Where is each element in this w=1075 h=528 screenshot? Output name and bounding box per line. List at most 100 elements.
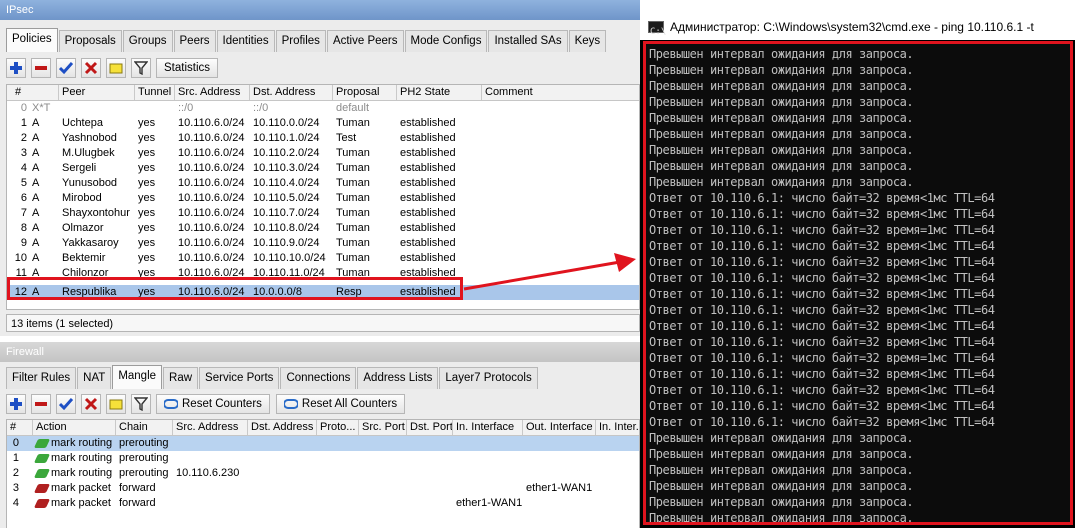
- table-row[interactable]: 3 mark packet forward ether1-WAN1: [7, 481, 639, 496]
- enable-button[interactable]: [56, 58, 76, 78]
- table-row[interactable]: 0 X*T::/0::/0 default: [7, 101, 639, 116]
- cell-ph2: established: [400, 117, 456, 129]
- column-header[interactable]: PH2 State: [397, 85, 482, 100]
- table-row[interactable]: 2 A Yashnobod yes 10.110.6.0/24 10.110.1.0/24…: [7, 131, 639, 146]
- table-row[interactable]: 4 mark packet forward ether1-WAN1: [7, 496, 639, 511]
- tab-proposals[interactable]: Proposals: [58, 30, 122, 52]
- cell-src: 10.110.6.0/24: [178, 162, 245, 174]
- enable-button[interactable]: [56, 394, 76, 414]
- comment-button[interactable]: [106, 58, 126, 78]
- row-flags: A: [32, 286, 40, 298]
- tab-filter-rules[interactable]: Filter Rules: [6, 367, 77, 389]
- column-header[interactable]: #: [7, 85, 59, 100]
- cell-dst: 10.110.10.0/24: [253, 252, 326, 264]
- cell-proposal: Tuman: [336, 147, 370, 159]
- filter-button[interactable]: [131, 394, 151, 414]
- cell-dst: 10.110.7.0/24: [253, 207, 320, 219]
- remove-button[interactable]: [31, 58, 51, 78]
- minus-icon: [35, 66, 47, 70]
- table-row[interactable]: 1 mark routing prerouting: [7, 451, 639, 466]
- cell-ph2: established: [400, 132, 456, 144]
- column-header[interactable]: #: [7, 420, 33, 435]
- column-header[interactable]: Action: [33, 420, 116, 435]
- table-row[interactable]: 9 A Yakkasaroy yes 10.110.6.0/24 10.110.9.0/2…: [7, 236, 639, 251]
- row-number: 9: [20, 237, 27, 249]
- cell-comment: [482, 116, 639, 131]
- tab-raw[interactable]: Raw: [163, 367, 199, 389]
- remove-button[interactable]: [31, 394, 51, 414]
- table-row[interactable]: 3 A M.Ulugbek yes 10.110.6.0/24 10.110.2.0/24…: [7, 146, 639, 161]
- filter-button[interactable]: [131, 58, 151, 78]
- tab-mangle[interactable]: Mangle: [112, 365, 163, 389]
- tab-address-lists[interactable]: Address Lists: [357, 367, 439, 389]
- statistics-button[interactable]: Statistics: [156, 58, 219, 78]
- tab-identities[interactable]: Identities: [216, 30, 275, 52]
- column-header[interactable]: Tunnel: [135, 85, 175, 100]
- table-row[interactable]: 6 A Mirobod yes 10.110.6.0/24 10.110.5.0/24 Tu…: [7, 191, 639, 206]
- cell-src: 10.110.6.0/24: [178, 286, 245, 298]
- table-row[interactable]: 4 A Sergeli yes 10.110.6.0/24 10.110.3.0/24 Tu…: [7, 161, 639, 176]
- console-line: Превышен интервал ожидания для запроса.: [649, 127, 914, 141]
- column-header[interactable]: Comment: [482, 85, 639, 100]
- tab-nat[interactable]: NAT: [77, 367, 112, 389]
- firewall-window-title: Firewall: [0, 342, 640, 362]
- cell-ph2: established: [400, 162, 456, 174]
- cell-comment: [482, 221, 639, 236]
- cell-dst: 10.110.4.0/24: [253, 177, 320, 189]
- column-header[interactable]: Peer: [59, 85, 135, 100]
- cell-tunnel: yes: [138, 207, 156, 219]
- column-header[interactable]: Src. Port: [359, 420, 407, 435]
- cell-comment: [482, 206, 639, 221]
- disable-button[interactable]: [81, 394, 101, 414]
- cell-proposal: Tuman: [336, 177, 370, 189]
- column-header[interactable]: Dst. Address: [248, 420, 317, 435]
- cell-tunnel: yes: [138, 177, 156, 189]
- reset-all-counters-label: Reset All Counters: [301, 398, 398, 410]
- disable-button[interactable]: [81, 58, 101, 78]
- table-row[interactable]: 2 mark routing prerouting 10.110.6.230: [7, 466, 639, 481]
- column-header[interactable]: Chain: [116, 420, 173, 435]
- tab-policies[interactable]: Policies: [6, 28, 58, 52]
- column-header[interactable]: In. Inter...: [596, 420, 639, 435]
- row-number: 6: [20, 192, 27, 204]
- tab-groups[interactable]: Groups: [122, 30, 173, 52]
- cell-comment: [482, 161, 639, 176]
- column-header[interactable]: Out. Interface: [523, 420, 596, 435]
- table-row[interactable]: 1 A Uchtepa yes 10.110.6.0/24 10.110.0.0/24 Tu…: [7, 116, 639, 131]
- column-header[interactable]: Dst. Address: [250, 85, 333, 100]
- column-header[interactable]: Src. Address: [175, 85, 250, 100]
- cell-peer: Bektemir: [62, 252, 106, 264]
- table-row[interactable]: 8 A Olmazor yes 10.110.6.0/24 10.110.8.0/24 Tu…: [7, 221, 639, 236]
- tab-keys[interactable]: Keys: [568, 30, 607, 52]
- tab-mode-configs[interactable]: Mode Configs: [404, 30, 488, 52]
- reset-counters-button[interactable]: Reset Counters: [156, 394, 270, 414]
- tab-active-peers[interactable]: Active Peers: [326, 30, 404, 52]
- console-output[interactable]: Превышен интервал ожидания для запроса. П…: [643, 41, 1073, 525]
- column-header[interactable]: Src. Address: [173, 420, 248, 435]
- tab-layer7-protocols[interactable]: Layer7 Protocols: [439, 367, 538, 389]
- tab-peers[interactable]: Peers: [173, 30, 216, 52]
- table-row[interactable]: 0 mark routing prerouting: [7, 436, 639, 451]
- row-number: 1: [20, 117, 27, 129]
- tab-installed-sas[interactable]: Installed SAs: [488, 30, 568, 52]
- table-row[interactable]: 5 A Yunusobod yes 10.110.6.0/24 10.110.4.0/24…: [7, 176, 639, 191]
- reset-all-counters-button[interactable]: Reset All Counters: [275, 394, 406, 414]
- column-header[interactable]: In. Interface: [453, 420, 523, 435]
- add-button[interactable]: [6, 58, 26, 78]
- comment-button[interactable]: [106, 394, 126, 414]
- cell-ph2: established: [400, 192, 456, 204]
- tab-connections[interactable]: Connections: [280, 367, 357, 389]
- ipsec-toolbar: Statistics: [6, 55, 224, 81]
- add-button[interactable]: [6, 394, 26, 414]
- table-row[interactable]: 7 A Shayxontohur yes 10.110.6.0/24 10.110.7.0…: [7, 206, 639, 221]
- column-header[interactable]: Dst. Port: [407, 420, 453, 435]
- check-icon: [59, 398, 73, 411]
- console-line: Ответ от 10.110.6.1: число байт=32 время…: [649, 319, 995, 333]
- column-header[interactable]: Proto...: [317, 420, 359, 435]
- cell-tunnel: yes: [138, 132, 156, 144]
- tab-profiles[interactable]: Profiles: [275, 30, 326, 52]
- action-label: mark routing: [51, 452, 113, 464]
- cell-tunnel: yes: [138, 286, 156, 298]
- column-header[interactable]: Proposal: [333, 85, 397, 100]
- tab-service-ports[interactable]: Service Ports: [199, 367, 280, 389]
